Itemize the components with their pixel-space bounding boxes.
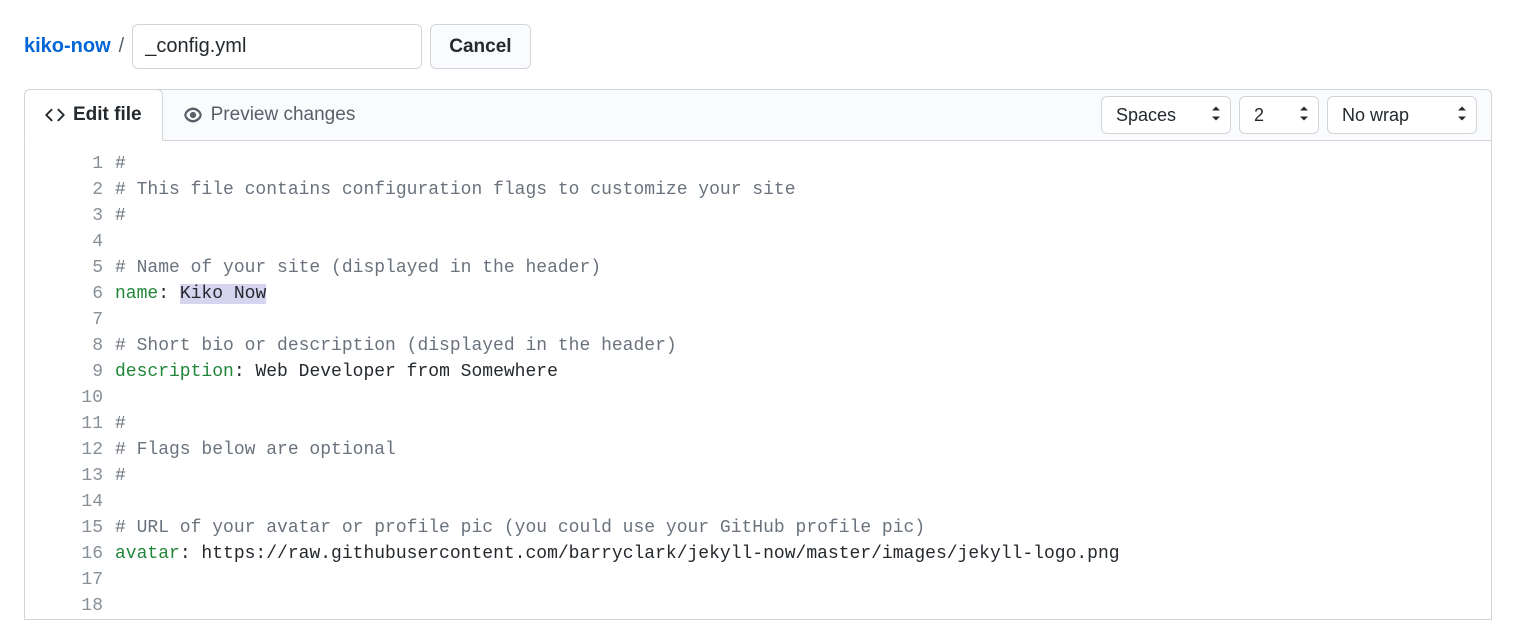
- line-number: 7: [55, 307, 103, 333]
- code-text: #: [115, 154, 126, 174]
- cancel-button[interactable]: Cancel: [430, 24, 530, 69]
- line-number: 12: [55, 437, 103, 463]
- line-number: 18: [55, 593, 103, 619]
- tab-bar: Edit file Preview changes Spaces 2: [25, 90, 1491, 141]
- indent-mode-select[interactable]: Spaces: [1101, 96, 1231, 134]
- code-text: # URL of your avatar or profile pic (you…: [115, 518, 925, 538]
- line-number: 15: [55, 515, 103, 541]
- line-number: 8: [55, 333, 103, 359]
- line-number-gutter: 1 2 3 4 5 6 7 8 9 10 11 12 13 14 15 16 1…: [25, 151, 115, 619]
- editor-toolbar: Spaces 2 No wrap: [1101, 96, 1491, 134]
- code-content[interactable]: # # This file contains configuration fla…: [115, 151, 1491, 619]
- line-number: 9: [55, 359, 103, 385]
- code-text: #: [115, 206, 126, 226]
- line-number: 13: [55, 463, 103, 489]
- line-number: 4: [55, 229, 103, 255]
- breadcrumb: kiko-now / Cancel: [24, 24, 1492, 69]
- code-text: name: [115, 284, 158, 304]
- code-text: :: [234, 362, 256, 382]
- code-text: # Flags below are optional: [115, 440, 396, 460]
- code-text: avatar: [115, 544, 180, 564]
- code-text: # Name of your site (displayed in the he…: [115, 258, 601, 278]
- line-number: 16: [55, 541, 103, 567]
- code-text: https://raw.githubusercontent.com/barryc…: [201, 544, 1119, 564]
- line-number: 6: [55, 281, 103, 307]
- code-text: # This file contains configuration flags…: [115, 180, 796, 200]
- line-number: 5: [55, 255, 103, 281]
- code-text: :: [158, 284, 180, 304]
- line-number: 2: [55, 177, 103, 203]
- code-text: Web Developer from Somewhere: [255, 362, 557, 382]
- tab-edit-label: Edit file: [73, 104, 142, 126]
- line-number: 17: [55, 567, 103, 593]
- code-text: #: [115, 466, 126, 486]
- tab-preview-label: Preview changes: [211, 104, 356, 126]
- code-text: :: [180, 544, 202, 564]
- tab-edit-file[interactable]: Edit file: [24, 89, 163, 141]
- code-editor[interactable]: 1 2 3 4 5 6 7 8 9 10 11 12 13 14 15 16 1…: [25, 141, 1491, 619]
- editor-container: Edit file Preview changes Spaces 2: [24, 89, 1492, 620]
- line-number: 14: [55, 489, 103, 515]
- line-number: 10: [55, 385, 103, 411]
- repo-link[interactable]: kiko-now: [24, 35, 111, 58]
- selected-text: Kiko Now: [180, 284, 266, 304]
- line-number: 1: [55, 151, 103, 177]
- code-icon: [45, 105, 65, 125]
- code-text: description: [115, 362, 234, 382]
- code-text: #: [115, 414, 126, 434]
- indent-size-select[interactable]: 2: [1239, 96, 1319, 134]
- path-separator: /: [119, 35, 125, 58]
- code-text: # Short bio or description (displayed in…: [115, 336, 677, 356]
- line-number: 3: [55, 203, 103, 229]
- filename-input[interactable]: [132, 24, 422, 69]
- line-number: 11: [55, 411, 103, 437]
- wrap-mode-select[interactable]: No wrap: [1327, 96, 1477, 134]
- eye-icon: [183, 105, 203, 125]
- tab-preview-changes[interactable]: Preview changes: [163, 90, 376, 140]
